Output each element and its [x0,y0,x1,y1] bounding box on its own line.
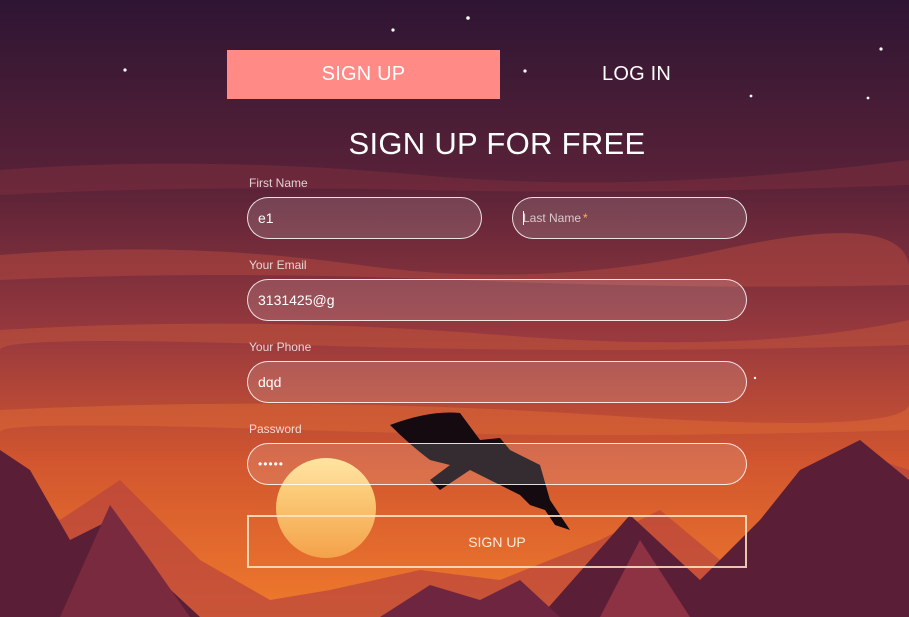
sign-up-button[interactable]: SIGN UP [247,515,747,568]
first-name-value: e1 [258,210,274,226]
password-input[interactable]: ••••• [247,443,747,485]
required-mark: * [583,211,588,225]
form-title: SIGN UP FOR FREE [348,126,646,161]
first-name-input[interactable]: e1 [247,197,482,239]
last-name-input[interactable]: Last Name * [512,197,747,239]
phone-label: Your Phone [249,340,312,354]
last-name-placeholder: Last Name [523,211,582,225]
email-value: 3131425@g [258,292,335,308]
phone-input[interactable]: dqd [247,361,747,403]
password-value: ••••• [258,457,285,471]
auth-tabs: SIGN UP LOG IN [227,50,773,99]
tab-sign-up[interactable]: SIGN UP [227,50,500,99]
email-label: Your Email [249,258,307,272]
tab-log-in[interactable]: LOG IN [500,50,773,99]
password-label: Password [249,422,302,436]
first-name-label: First Name [249,176,308,190]
phone-value: dqd [258,374,282,390]
email-input[interactable]: 3131425@g [247,279,747,321]
